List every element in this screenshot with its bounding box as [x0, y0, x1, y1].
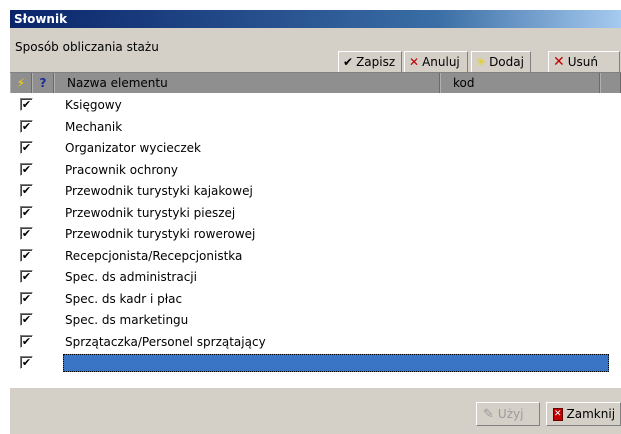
row-checkbox[interactable]: ✔: [20, 162, 33, 176]
help-icon[interactable]: ?: [32, 73, 54, 93]
items-grid: ⚡ ? Nazwa elementu kod ✔ Księgowy ✔ Mechani…: [10, 72, 621, 388]
bottom-bar: ✎ Użyj ✕ Zamknij: [10, 388, 621, 434]
row-name-cell[interactable]: Organizator wycieczek: [65, 138, 201, 158]
row-name-cell[interactable]: Sprzątaczka/Personel sprzątający: [65, 332, 266, 352]
row-checkbox[interactable]: ✔: [20, 313, 33, 326]
save-button-label: Zapisz: [356, 55, 396, 69]
row-checkbox[interactable]: ✔: [20, 291, 33, 305]
column-header-filler: [600, 73, 621, 93]
delete-x-icon: ✕: [553, 54, 565, 70]
grid-header: ⚡ ? Nazwa elementu kod: [10, 73, 621, 93]
use-button[interactable]: ✎ Użyj: [476, 402, 540, 426]
dictionary-window: Słownik Sposób obliczania stażu ✔ Zapisz…: [10, 10, 621, 434]
close-button[interactable]: ✕ Zamknij: [546, 402, 621, 426]
row-name-cell[interactable]: Recepcjonista/Recepcjonistka: [65, 246, 242, 266]
add-button-label: Dodaj: [489, 55, 524, 69]
table-row[interactable]: ✔ Organizator wycieczek: [10, 138, 621, 160]
use-button-label: Użyj: [497, 407, 524, 421]
row-checkbox[interactable]: ✔: [20, 227, 33, 240]
row-checkbox[interactable]: ✔: [20, 141, 33, 154]
window-title: Słownik: [10, 10, 621, 28]
row-name-cell[interactable]: [63, 354, 609, 372]
save-button[interactable]: ✔ Zapisz: [338, 51, 402, 73]
check-icon: ✔: [343, 55, 354, 69]
table-row[interactable]: ✔ Spec. ds administracji: [10, 267, 621, 289]
row-checkbox[interactable]: ✔: [20, 119, 33, 133]
close-button-label: Zamknij: [566, 407, 616, 421]
lightning-icon[interactable]: ⚡: [10, 73, 32, 93]
row-name-cell[interactable]: Mechanik: [65, 117, 122, 137]
cancel-button[interactable]: ✕ Anuluj: [404, 51, 468, 73]
column-header-name[interactable]: Nazwa elementu: [54, 73, 440, 93]
row-checkbox[interactable]: ✔: [20, 248, 33, 262]
column-header-code[interactable]: kod: [440, 73, 600, 93]
delete-button-label: Usuń: [567, 55, 598, 69]
close-icon: ✕: [553, 407, 563, 421]
row-checkbox[interactable]: ✔: [20, 356, 33, 369]
row-checkbox[interactable]: ✔: [20, 184, 33, 197]
table-row[interactable]: ✔ Mechanik: [10, 117, 621, 139]
row-name-cell[interactable]: Przewodnik turystyki kajakowej: [65, 181, 253, 201]
row-name-cell[interactable]: Pracownik ochrony: [65, 160, 178, 180]
cross-icon: ✕: [409, 55, 420, 69]
delete-button[interactable]: ✕ Usuń: [548, 51, 620, 73]
row-checkbox[interactable]: ✔: [20, 205, 33, 219]
row-name-cell[interactable]: Przewodnik turystyki rowerowej: [65, 224, 255, 244]
table-row[interactable]: ✔ Spec. ds marketingu: [10, 310, 621, 332]
row-name-cell[interactable]: Spec. ds marketingu: [65, 310, 188, 330]
row-checkbox[interactable]: ✔: [20, 270, 33, 283]
toolbar: Sposób obliczania stażu ✔ Zapisz ✕ Anulu…: [10, 28, 621, 73]
pencil-icon: ✎: [483, 406, 494, 422]
grid-rows: ✔ Księgowy ✔ Mechanik ✔ Organizator wycieczek…: [10, 95, 621, 375]
cancel-button-label: Anuluj: [422, 55, 460, 69]
table-row[interactable]: ✔ Recepcjonista/Recepcjonistka: [10, 246, 621, 268]
row-checkbox[interactable]: ✔: [20, 98, 33, 111]
table-row[interactable]: ✔ Pracownik ochrony: [10, 160, 621, 182]
table-row[interactable]: ✔ Spec. ds kadr i płac: [10, 289, 621, 311]
toolbar-label: Sposób obliczania stażu: [15, 40, 159, 54]
row-checkbox[interactable]: ✔: [20, 334, 33, 348]
table-row[interactable]: ✔: [10, 353, 621, 375]
table-row[interactable]: ✔ Przewodnik turystyki pieszej: [10, 203, 621, 225]
row-name-cell[interactable]: Spec. ds kadr i płac: [65, 289, 182, 309]
add-button[interactable]: ✳ Dodaj: [471, 51, 531, 73]
row-name-cell[interactable]: Przewodnik turystyki pieszej: [65, 203, 235, 223]
table-row[interactable]: ✔ Księgowy: [10, 95, 621, 117]
table-row[interactable]: ✔ Sprzątaczka/Personel sprzątający: [10, 332, 621, 354]
row-name-cell[interactable]: Spec. ds administracji: [65, 267, 197, 287]
star-icon: ✳: [476, 55, 487, 69]
row-name-cell[interactable]: Księgowy: [65, 95, 122, 115]
table-row[interactable]: ✔ Przewodnik turystyki kajakowej: [10, 181, 621, 203]
table-row[interactable]: ✔ Przewodnik turystyki rowerowej: [10, 224, 621, 246]
